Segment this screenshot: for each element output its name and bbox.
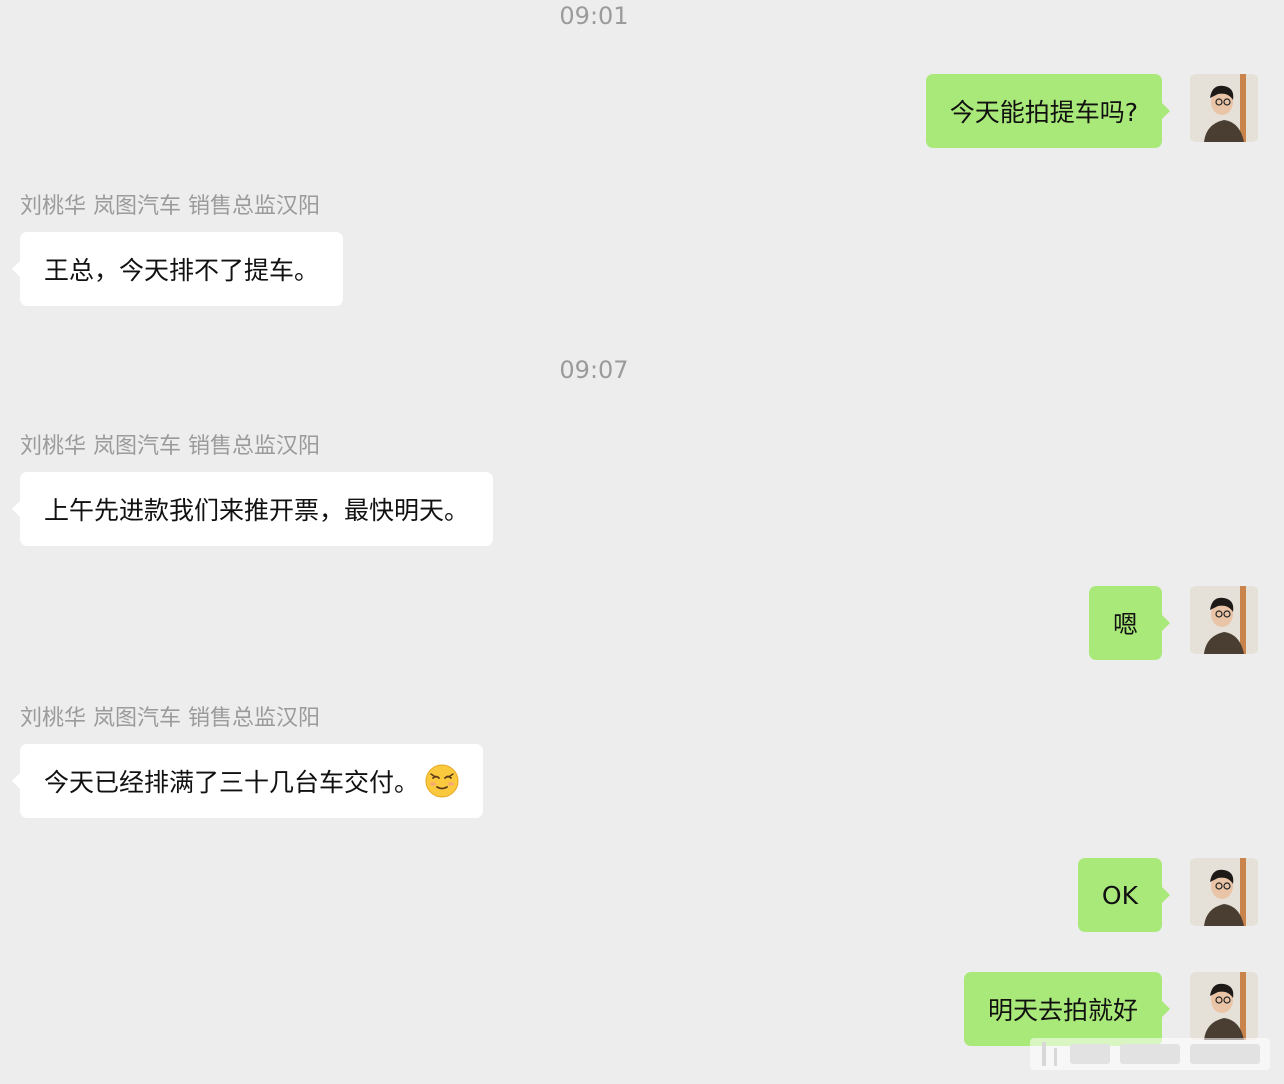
watermark xyxy=(1030,1034,1270,1074)
incoming-message[interactable]: 今天已经排满了三十几台车交付。 xyxy=(11,744,484,818)
outgoing-message[interactable]: OK xyxy=(1077,858,1171,932)
sender-name: 刘桃华 岚图汽车 销售总监汉阳 xyxy=(20,706,320,731)
timestamp: 09:07 xyxy=(559,356,629,384)
incoming-message[interactable]: 上午先进款我们来推开票，最快明天。 xyxy=(11,472,494,546)
outgoing-message[interactable]: 嗯 xyxy=(1088,586,1171,660)
sender-name: 刘桃华 岚图汽车 销售总监汉阳 xyxy=(20,194,320,219)
timestamp: 09:01 xyxy=(559,2,629,30)
user-avatar[interactable] xyxy=(1190,586,1258,654)
user-avatar[interactable] xyxy=(1190,74,1258,142)
incoming-message[interactable]: 王总，今天排不了提车。 xyxy=(11,232,344,306)
user-avatar[interactable] xyxy=(1190,972,1258,1040)
user-avatar[interactable] xyxy=(1190,858,1258,926)
message-text: 今天已经排满了三十几台车交付。 xyxy=(44,768,420,797)
sender-name: 刘桃华 岚图汽车 销售总监汉阳 xyxy=(20,434,320,459)
outgoing-message[interactable]: 今天能拍提车吗? xyxy=(925,74,1171,148)
relieved-face-emoji xyxy=(425,764,459,798)
